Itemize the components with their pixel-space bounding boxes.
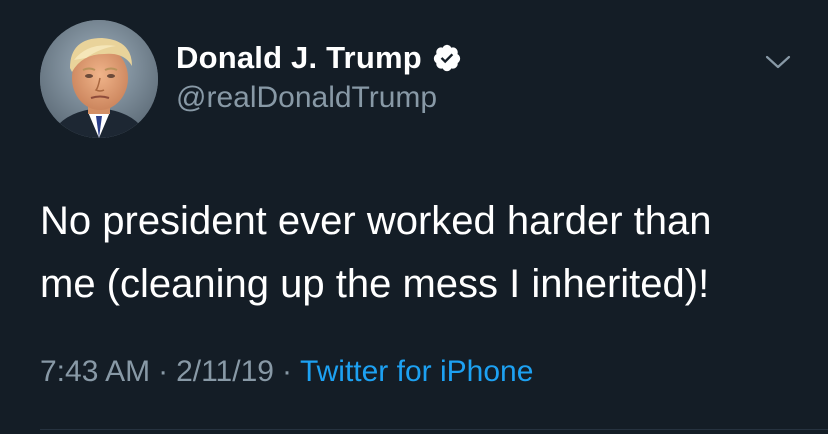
author-handle[interactable]: @realDonaldTrump: [176, 81, 437, 115]
tweet-text-line: No president ever worked harder than: [40, 199, 712, 243]
author-name-row[interactable]: Donald J. Trump: [176, 40, 462, 76]
meta-separator: ·: [281, 355, 292, 388]
tweet-meta: 7:43 AM · 2/11/19 · Twitter for iPhone: [40, 355, 533, 389]
tweet-time[interactable]: 7:43 AM: [40, 355, 150, 389]
tweet-text: No president ever worked harder than me …: [40, 190, 800, 316]
tweet-card[interactable]: Donald J. Trump @realDonaldTrump No pres…: [0, 0, 828, 434]
avatar[interactable]: [40, 20, 158, 138]
divider: [40, 429, 828, 430]
tweet-date[interactable]: 2/11/19: [176, 355, 274, 389]
meta-separator: ·: [158, 355, 169, 388]
author-display-name[interactable]: Donald J. Trump: [176, 40, 422, 76]
avatar-photo: [40, 20, 158, 138]
tweet-source-link[interactable]: Twitter for iPhone: [300, 355, 533, 389]
verified-badge-icon: [432, 43, 462, 73]
tweet-text-line: me (cleaning up the mess I inherited)!: [40, 262, 710, 306]
chevron-down-icon[interactable]: [763, 52, 793, 72]
